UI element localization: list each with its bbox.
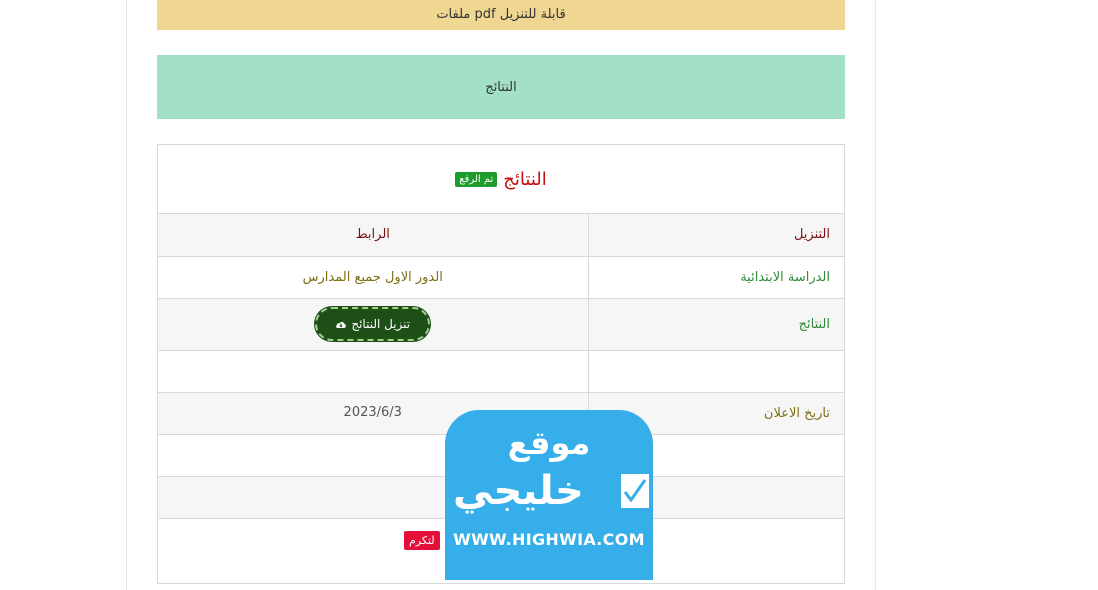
checkmark-logo-icon — [621, 474, 649, 508]
download-results-button[interactable]: تنزيل النتائج — [315, 307, 431, 341]
table-row — [158, 350, 844, 393]
pdf-files-label: ملفات pdf قابلة للتنزيل — [436, 7, 566, 22]
results-banner-label: النتائج — [485, 79, 517, 95]
results-label: النتائج — [587, 298, 844, 351]
table-row: النتائج تنزيل النتائج — [158, 298, 844, 351]
date-value: 2023/6/3 — [343, 404, 402, 420]
results-title: النتائج — [503, 168, 547, 190]
header-download: التنزيل — [587, 214, 844, 257]
empty-cell — [587, 350, 844, 393]
uploaded-badge: تم الرفع — [455, 171, 498, 187]
site-watermark-logo: موقع خليجي WWW.HIGHWIA.COM — [445, 410, 653, 580]
table-row: الدراسة الابتدائية الدور الاول جميع المد… — [158, 256, 844, 299]
table-header-row: التنزيل الرابط — [158, 214, 844, 257]
stage-value: الدور الاول جميع المدارس — [158, 256, 588, 299]
watermark-url: WWW.HIGHWIA.COM — [453, 530, 645, 549]
results-heading: النتائج تم الرفع — [158, 145, 844, 214]
watermark-top-text: موقع — [507, 424, 591, 462]
download-results-label: تنزيل النتائج — [351, 317, 411, 331]
results-banner[interactable]: النتائج — [157, 55, 845, 119]
header-link: الرابط — [158, 214, 588, 257]
cloud-download-icon — [336, 321, 347, 328]
watermark-name-text: خليجي — [453, 468, 584, 514]
stage-label: الدراسة الابتدائية — [587, 256, 844, 299]
pdf-files-banner[interactable]: ملفات pdf قابلة للتنزيل — [157, 0, 845, 30]
empty-cell — [158, 350, 588, 393]
share-pill[interactable]: لتكرم — [404, 531, 440, 550]
results-download-cell: تنزيل النتائج — [158, 298, 588, 351]
